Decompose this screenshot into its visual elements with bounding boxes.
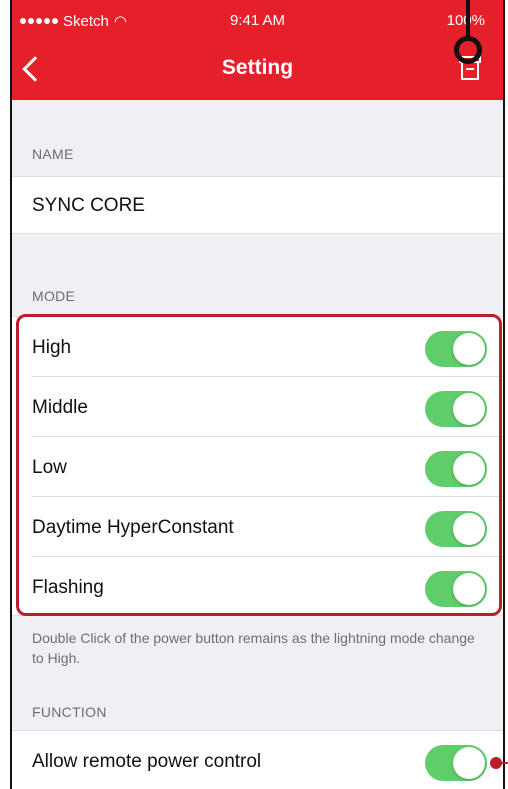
- mode-row-daytime-hyperconstant: Daytime HyperConstant: [12, 497, 503, 557]
- status-bar: Sketch ◠ 9:41 AM 100%: [12, 0, 503, 34]
- status-time: 9:41 AM: [229, 12, 286, 29]
- callout-line-right: [498, 762, 508, 764]
- mode-toggle-low[interactable]: [425, 451, 487, 487]
- mode-toggle-high[interactable]: [425, 331, 487, 367]
- callout-line: [466, 0, 470, 40]
- page-title: Setting: [221, 56, 294, 79]
- mode-row-low: Low: [12, 437, 503, 497]
- device-name: SYNC CORE: [32, 195, 145, 216]
- mode-toggle-daytime-hyperconstant[interactable]: [425, 511, 487, 547]
- callout-ring: [454, 36, 482, 64]
- function-row-remote-power: Allow remote power control: [12, 730, 503, 789]
- section-header-function: FUNCTION: [32, 704, 107, 720]
- mode-label: Flashing: [32, 577, 104, 598]
- navigation-bar: Sketch ◠ 9:41 AM 100% Setting: [12, 0, 503, 100]
- section-header-mode: MODE: [32, 288, 76, 304]
- mode-label: Low: [32, 457, 67, 478]
- section-header-name: NAME: [32, 146, 74, 162]
- mode-row-flashing: Flashing: [12, 557, 503, 617]
- function-label: Allow remote power control: [32, 751, 262, 772]
- phone-screen: Sketch ◠ 9:41 AM 100% Setting NAME SYNC …: [10, 0, 505, 789]
- name-row[interactable]: SYNC CORE: [12, 176, 503, 234]
- mode-label: Middle: [32, 397, 88, 418]
- mode-toggle-flashing[interactable]: [425, 571, 487, 607]
- mode-label: Daytime HyperConstant: [32, 517, 234, 538]
- mode-label: High: [32, 337, 72, 358]
- mode-row-middle: Middle: [12, 377, 503, 437]
- function-toggle-remote-power[interactable]: [425, 745, 487, 781]
- mode-footnote: Double Click of the power button remains…: [32, 630, 475, 666]
- mode-toggle-middle[interactable]: [425, 391, 487, 427]
- mode-row-high: High: [12, 317, 503, 377]
- mode-list: High Middle Low Daytime HyperConstant Fl…: [12, 316, 503, 616]
